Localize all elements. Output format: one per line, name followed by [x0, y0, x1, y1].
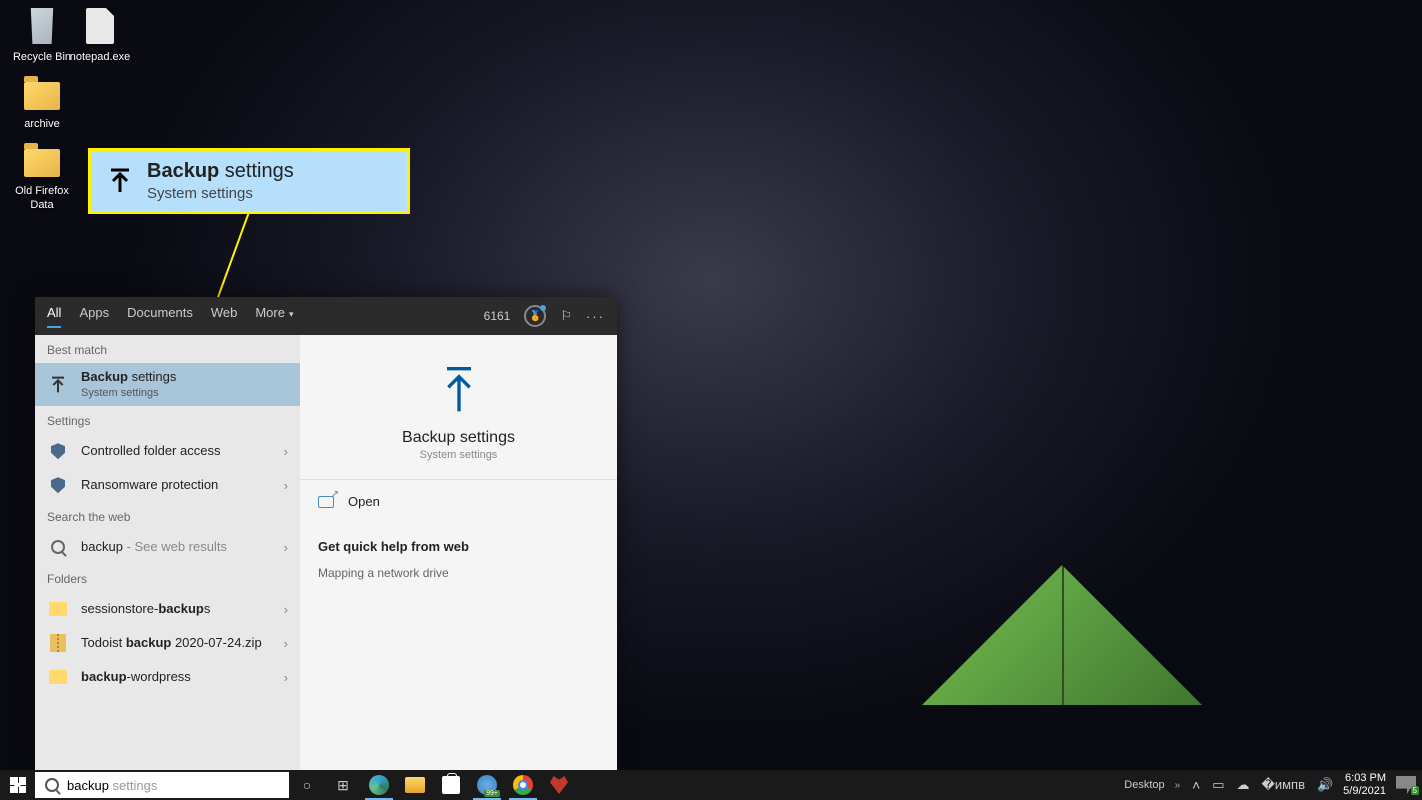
shield-icon — [51, 477, 65, 493]
action-center-button[interactable]: 5 — [1396, 776, 1416, 794]
folder-icon — [24, 82, 60, 110]
taskbar-app-internet-explorer[interactable] — [469, 770, 505, 800]
more-options-icon[interactable]: ··· — [586, 309, 605, 324]
recycle-bin-icon — [26, 8, 58, 44]
taskbar-search-box[interactable]: backup settings — [35, 772, 289, 798]
folder-icon — [24, 149, 60, 177]
tray-volume-icon[interactable]: 🔊 — [1317, 777, 1333, 793]
desktop-icon-old-firefox-data[interactable]: Old Firefox Data — [5, 139, 79, 211]
tab-documents[interactable]: Documents — [127, 305, 193, 328]
edge-icon — [369, 775, 389, 795]
game-icon — [550, 776, 568, 794]
chevron-right-icon: › — [284, 540, 288, 555]
chevron-right-icon: › — [284, 602, 288, 617]
search-icon — [45, 778, 59, 792]
chevron-right-icon: › — [284, 670, 288, 685]
backup-arrow-icon — [47, 374, 69, 396]
callout-subtitle: System settings — [147, 185, 294, 202]
shield-icon — [51, 443, 65, 459]
tray-meet-now-icon[interactable]: ▭ — [1212, 777, 1224, 793]
chevron-right-icon: › — [284, 478, 288, 493]
open-external-icon — [318, 496, 334, 508]
notification-count: 5 — [1411, 786, 1419, 795]
search-preview-pane: Backup settings System settings Open Get… — [300, 335, 617, 770]
tray-onedrive-icon[interactable]: ☁ — [1237, 777, 1250, 793]
chevron-right-icon: › — [284, 444, 288, 459]
folder-icon — [49, 602, 67, 616]
section-folders: Folders — [35, 564, 300, 592]
result-web-backup[interactable]: backup - See web results › — [35, 530, 300, 564]
section-search-web: Search the web — [35, 502, 300, 530]
tray-network-icon[interactable]: �импв — [1262, 777, 1305, 793]
task-view-button[interactable]: ⊞ — [325, 770, 361, 800]
desktop-icon-label: archive — [5, 118, 79, 131]
result-folder-todoist-backup-zip[interactable]: Todoist backup 2020-07-24.zip › — [35, 626, 300, 660]
search-input[interactable]: backup settings — [67, 778, 279, 793]
taskbar-clock[interactable]: 6:03 PM 5/9/2021 — [1337, 772, 1392, 797]
taskbar-app-chrome[interactable] — [505, 770, 541, 800]
taskbar-app-store[interactable] — [433, 770, 469, 800]
taskbar: backup settings ○ ⊞ Desktop » ˄ ▭ ☁ �имп… — [0, 770, 1422, 800]
file-explorer-icon — [405, 777, 425, 793]
toolbar-chevrons-icon[interactable]: » — [1175, 780, 1181, 791]
taskbar-app-edge[interactable] — [361, 770, 397, 800]
feedback-icon[interactable]: ⚐ — [560, 308, 572, 324]
search-tabs-bar: All Apps Documents Web More 6161 🏅 ⚐ ··· — [35, 297, 617, 335]
chevron-right-icon: › — [284, 636, 288, 651]
tab-apps[interactable]: Apps — [79, 305, 109, 328]
rewards-badge-icon[interactable]: 🏅 — [524, 305, 546, 327]
store-icon — [442, 776, 460, 794]
folder-icon — [49, 670, 67, 684]
rewards-points[interactable]: 6161 — [484, 309, 511, 323]
result-backup-settings[interactable]: Backup settings System settings — [35, 363, 300, 406]
desktop-icon-notepad[interactable]: notepad.exe — [63, 5, 137, 64]
preview-subtitle: System settings — [300, 449, 617, 461]
preview-title: Backup settings — [300, 429, 617, 447]
backup-arrow-icon — [439, 365, 479, 415]
result-folder-sessionstore-backups[interactable]: sessionstore-backups › — [35, 592, 300, 626]
result-title: Backup settings — [81, 369, 288, 386]
tab-more[interactable]: More — [255, 305, 293, 328]
desktop-icon-label: Old Firefox Data — [5, 185, 79, 211]
start-button[interactable] — [0, 770, 36, 800]
taskbar-desktop-toolbar[interactable]: Desktop — [1124, 779, 1164, 791]
tab-web[interactable]: Web — [211, 305, 238, 328]
internet-explorer-icon — [477, 775, 497, 795]
help-heading: Get quick help from web — [318, 539, 599, 554]
section-settings: Settings — [35, 406, 300, 434]
desktop-icon-label: notepad.exe — [63, 51, 137, 64]
annotation-callout: Backup settings System settings — [88, 148, 410, 214]
help-link-mapping-network-drive[interactable]: Mapping a network drive — [318, 566, 449, 580]
result-ransomware-protection[interactable]: Ransomware protection › — [35, 468, 300, 502]
section-best-match: Best match — [35, 335, 300, 363]
windows-logo-icon — [10, 777, 26, 793]
result-controlled-folder-access[interactable]: Controlled folder access › — [35, 434, 300, 468]
file-icon — [86, 8, 114, 44]
desktop-icon-archive[interactable]: archive — [5, 72, 79, 131]
cortana-button[interactable]: ○ — [289, 770, 325, 800]
tray-chevron-up-icon[interactable]: ˄ — [1184, 770, 1208, 800]
tab-all[interactable]: All — [47, 305, 61, 328]
search-results-list: Best match Backup settings System settin… — [35, 335, 300, 770]
zip-file-icon — [50, 634, 66, 652]
result-folder-backup-wordpress[interactable]: backup-wordpress › — [35, 660, 300, 694]
taskbar-app-file-explorer[interactable] — [397, 770, 433, 800]
start-search-panel: All Apps Documents Web More 6161 🏅 ⚐ ···… — [35, 297, 617, 770]
backup-arrow-icon — [105, 166, 135, 196]
search-icon — [51, 540, 65, 554]
preview-open-button[interactable]: Open — [300, 480, 617, 523]
chrome-icon — [513, 775, 533, 795]
result-subtitle: System settings — [81, 386, 288, 400]
callout-title: Backup settings — [147, 160, 294, 183]
taskbar-app-game[interactable] — [541, 770, 577, 800]
